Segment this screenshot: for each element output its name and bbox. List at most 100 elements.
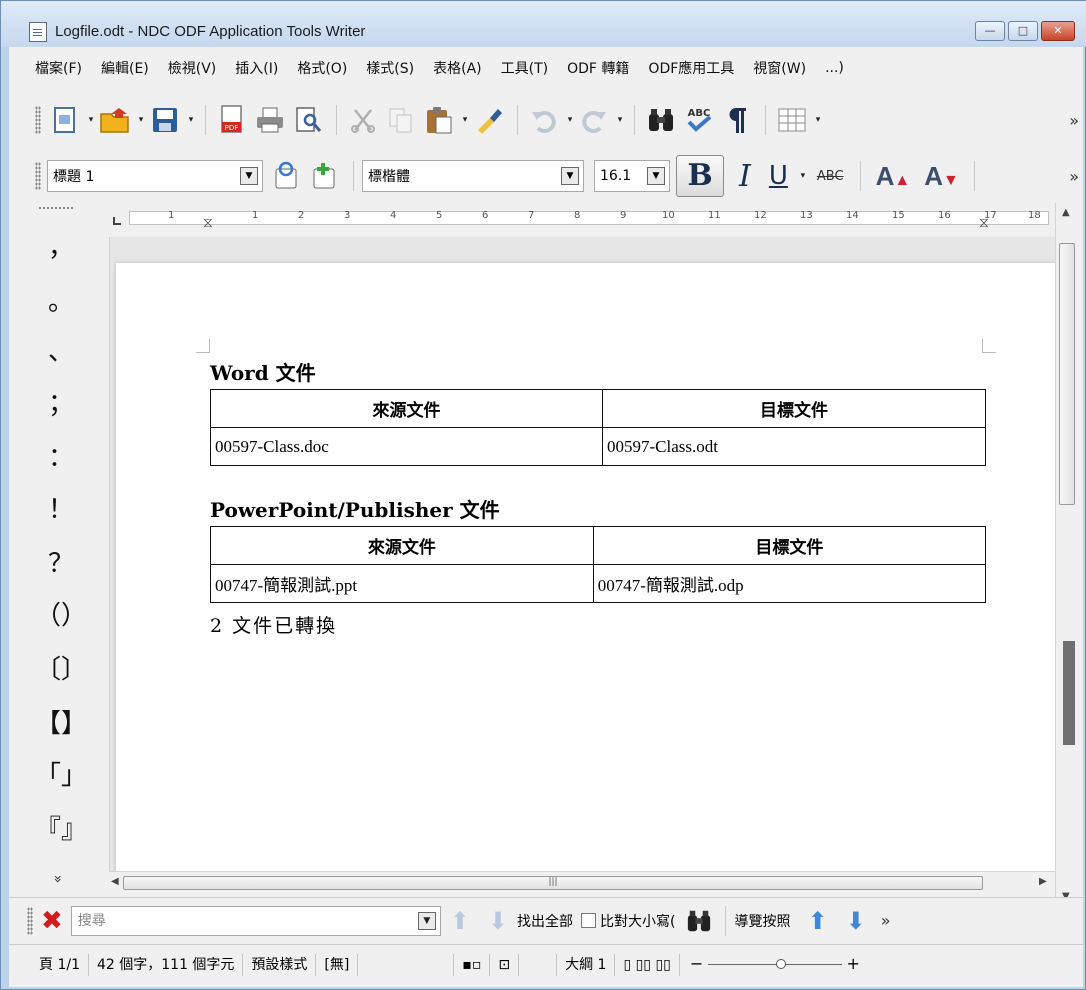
menu-odf-convert[interactable]: ODF 轉籍 [567,58,629,78]
zoom-out-button[interactable]: − [690,954,703,973]
undo-dropdown-arrow[interactable]: ▾ [564,115,576,125]
find-replace-icon[interactable] [683,903,715,939]
title-bar[interactable]: Logfile.odt - NDC ODF Application Tools … [1,1,1086,47]
menu-table[interactable]: 表格(A) [433,58,482,78]
document-modified-icon[interactable]: ⊡ [490,953,520,976]
char-button[interactable]: ！ [47,489,75,526]
paragraph-style-select[interactable]: 標題 1 ▼ [47,160,263,192]
insert-mode-field[interactable] [358,953,455,976]
find-previous-icon[interactable]: ⬆ [450,907,470,935]
word-count[interactable]: 42 個字，111 個字元 [89,953,244,976]
powerpoint-conversion-table[interactable]: 來源文件 目標文件 00747-簡報測試.ppt 00747-簡報測試.odp [210,526,987,603]
open-dropdown-arrow[interactable]: ▾ [135,115,147,125]
char-button[interactable]: ： [47,437,75,474]
toolbar-grip[interactable] [27,906,33,935]
save-dropdown-arrow[interactable]: ▾ [185,115,197,125]
vertical-scrollbar[interactable]: ▲ ▼ [1055,203,1079,905]
find-toolbar-overflow[interactable]: » [881,911,891,930]
char-button[interactable]: ？ [47,543,75,580]
char-panel-more[interactable]: » [49,875,65,884]
font-name-select[interactable]: 標楷體 ▼ [362,160,584,192]
find-next-icon[interactable]: ⬇ [488,907,508,935]
navigate-down-icon[interactable]: ⬇ [846,907,866,935]
char-button[interactable]: ； [47,383,75,420]
match-case-checkbox[interactable] [581,913,597,928]
char-button[interactable]: 「」 [33,755,89,792]
formatting-toolbar-overflow[interactable]: » [1069,167,1079,186]
page-style[interactable]: 預設樣式 [243,953,317,976]
zoom-in-button[interactable]: + [846,954,859,973]
strikethrough-button[interactable]: ABC [817,169,844,184]
selection-mode-icon[interactable]: ▪▫ [454,953,491,976]
table-dropdown-arrow[interactable]: ▾ [812,115,824,125]
search-input[interactable]: 搜尋 ▼ [70,905,441,936]
digital-signature-field[interactable] [519,953,558,976]
find-all-button[interactable]: 找出全部 [517,911,573,931]
menu-insert[interactable]: 插入(I) [235,58,278,78]
update-style-icon[interactable] [269,158,305,194]
table-cell-source[interactable]: 00597-Class.doc [210,427,603,466]
conversion-summary[interactable]: 2 文件已轉換 [210,611,986,638]
document-content[interactable]: Word 文件 來源文件 目標文件 00597-Class.doc 00597-… [210,357,987,638]
outline-level[interactable]: 大綱 1 [557,953,616,976]
table-header-target[interactable]: 目標文件 [601,389,987,428]
redo-dropdown-arrow[interactable]: ▾ [614,115,626,125]
new-style-icon[interactable] [307,158,343,194]
grow-font-button[interactable]: A▲ [876,161,911,192]
bold-button[interactable]: B [676,155,724,197]
char-button[interactable]: 。 [47,281,75,318]
menu-edit[interactable]: 編輯(E) [101,58,149,78]
close-icon[interactable]: ✖ [41,906,63,936]
save-icon[interactable] [147,102,183,138]
chevron-down-icon[interactable]: ▼ [561,167,579,185]
scroll-right-icon[interactable]: ▶ [1039,876,1047,887]
navigate-by-button[interactable]: 導覽按照 [734,911,790,931]
print-preview-icon[interactable] [290,102,326,138]
insert-table-icon[interactable] [774,102,810,138]
menu-more[interactable]: ...) [825,60,844,76]
table-header-target[interactable]: 目標文件 [592,526,987,565]
font-size-select[interactable]: 16.1 ▼ [594,160,670,192]
table-header-source[interactable]: 來源文件 [210,526,594,565]
chevron-down-icon[interactable]: ▼ [417,911,436,930]
word-conversion-table[interactable]: 來源文件 目標文件 00597-Class.doc 00597-Class.od… [210,389,987,466]
char-button[interactable]: 『』 [33,809,89,846]
char-button[interactable]: （） [33,595,89,632]
navigate-up-icon[interactable]: ⬆ [807,907,827,935]
chevron-down-icon[interactable]: ▼ [240,167,258,185]
horizontal-scroll-thumb[interactable]: ||| [123,876,983,890]
menu-tools[interactable]: 工具(T) [501,58,548,78]
undo-icon[interactable] [526,102,562,138]
vertical-scroll-thumb[interactable] [1059,243,1075,505]
char-button[interactable]: 【】 [33,703,89,740]
right-indent-marker[interactable]: ⧖ [979,215,989,231]
tab-stop-marker[interactable] [113,217,121,225]
export-pdf-icon[interactable]: PDF [214,102,250,138]
spellcheck-icon[interactable]: ABC [681,102,717,138]
minimize-button[interactable]: — [975,21,1005,41]
close-button[interactable]: ✕ [1041,21,1075,41]
paste-dropdown-arrow[interactable]: ▾ [459,115,471,125]
menu-window[interactable]: 視窗(W) [753,58,806,78]
language[interactable]: [無] [316,953,359,976]
horizontal-scrollbar[interactable]: ◀ ||| ▶ [109,871,1055,893]
panel-grip[interactable] [39,207,73,209]
maximize-button[interactable]: □ [1008,21,1038,41]
find-replace-icon[interactable] [643,102,679,138]
section-heading-powerpoint[interactable]: PowerPoint/Publisher 文件 [210,494,986,526]
new-document-icon[interactable] [47,102,83,138]
char-button[interactable]: 、 [47,331,75,368]
print-icon[interactable] [252,102,288,138]
chevron-down-icon[interactable]: ▼ [647,167,665,185]
horizontal-ruler[interactable]: 1 1 2 3 4 5 6 7 8 9 10 11 12 13 14 15 16… [109,203,1055,237]
table-cell-target[interactable]: 00597-Class.odt [601,427,987,466]
scroll-up-icon[interactable]: ▲ [1062,207,1070,218]
document-canvas[interactable]: Word 文件 來源文件 目標文件 00597-Class.doc 00597-… [109,237,1055,871]
open-folder-icon[interactable] [97,102,133,138]
underline-dropdown-arrow[interactable]: ▾ [797,171,809,181]
menu-styles[interactable]: 樣式(S) [366,58,414,78]
menu-view[interactable]: 檢視(V) [168,58,217,78]
view-layout-icons[interactable]: ▯ ▯▯ ▯▯ [615,953,680,976]
document-page[interactable]: Word 文件 來源文件 目標文件 00597-Class.doc 00597-… [116,263,1055,871]
clone-formatting-icon[interactable] [471,102,507,138]
